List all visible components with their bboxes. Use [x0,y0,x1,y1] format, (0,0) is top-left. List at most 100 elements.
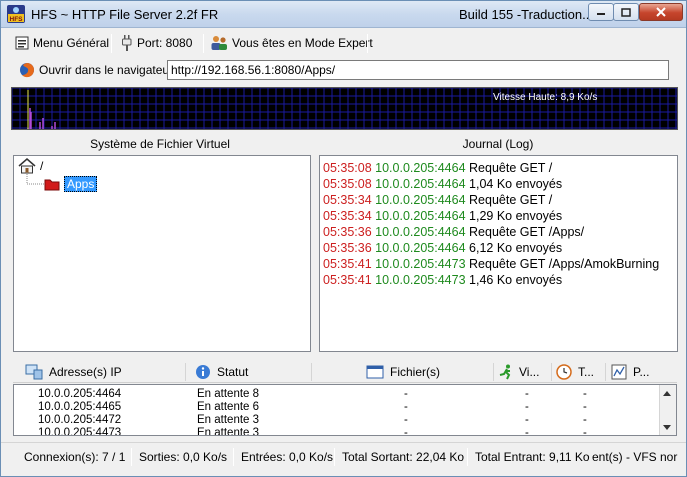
connection-time: - [583,414,587,426]
close-icon [656,7,666,17]
log-entry: 05:35:34 10.0.0.205:4464 Requête GET / [323,193,552,209]
scroll-up-icon[interactable] [663,391,671,396]
log-message: Requête GET /Apps/ [469,225,585,239]
maximize-icon [621,7,631,17]
status-separator [233,448,234,466]
log-time: 05:35:34 [323,193,372,207]
status-connections: Connexion(s): 7 / 1 [24,450,126,464]
connections-scrollbar[interactable] [659,385,676,435]
clock-icon [556,364,572,380]
address-row: Ouvrir dans le navigateur [19,60,671,80]
connection-file: - [404,427,408,436]
close-button[interactable] [639,3,683,21]
connection-status: En attente 8 [197,388,260,400]
connection-status: En attente 3 [197,414,260,426]
status-total-out: Total Sortant: 22,04 Ko [342,450,465,464]
connection-time: - [583,401,587,413]
column-file[interactable]: Fichier(s) [366,361,440,383]
connection-file: - [404,388,408,400]
connection-status: En attente 6 [197,401,260,413]
app-window: HFS HFS ~ HTTP File Server 2.2f FR Build… [0,0,687,477]
column-progress-label: P... [633,365,650,379]
connection-ip: 10.0.0.205:4473 [38,427,122,436]
column-ip-label: Adresse(s) IP [49,365,122,379]
log-entry: 05:35:41 10.0.0.205:4473 Requête GET /Ap… [323,257,659,273]
network-computer-icon [25,364,43,380]
log-message: Requête GET /Apps/AmokBurning [469,257,660,271]
log-ip: 10.0.0.205:4464 [375,161,466,175]
menu-icon [15,36,29,50]
log-ip: 10.0.0.205:4464 [375,177,466,191]
url-field[interactable] [167,60,669,80]
window-icon [366,365,384,379]
column-separator [493,363,494,381]
column-speed[interactable]: Vi... [499,361,539,383]
scroll-down-icon[interactable] [663,425,671,430]
column-time-label: T... [578,365,595,379]
connections-header: Adresse(s) IP Statut Fichier(s) Vi... T.… [13,361,677,383]
title-bar[interactable]: HFS HFS ~ HTTP File Server 2.2f FR Build… [1,1,686,28]
open-in-browser-label: Ouvrir dans le navigateur [39,63,174,77]
log-ip: 10.0.0.205:4473 [375,273,466,287]
log-message: 1,04 Ko envoyés [469,177,563,191]
column-progress[interactable]: P... [611,361,649,383]
vfs-tree[interactable]: / Apps [13,155,311,352]
log-panel[interactable]: 05:35:08 10.0.0.205:4464 Requête GET / 0… [319,155,678,352]
maximize-button[interactable] [613,3,639,21]
log-time: 05:35:36 [323,241,372,255]
log-message: 1,29 Ko envoyés [469,209,563,223]
column-time[interactable]: T... [556,361,594,383]
column-separator [605,363,606,381]
log-entry: 05:35:36 10.0.0.205:4464 6,12 Ko envoyés [323,241,562,257]
plug-icon [122,35,132,51]
connection-file: - [404,414,408,426]
port-button[interactable]: Port: 8080 [121,33,192,53]
expert-mode-button[interactable]: Vous êtes en Mode Expert [210,33,373,53]
column-speed-label: Vi... [519,365,540,379]
status-out-speed: Sorties: 0,0 Ko/s [139,450,228,464]
port-button-label: Port: 8080 [137,36,193,50]
menu-button-label: Menu Général [33,36,110,50]
column-status[interactable]: Statut [195,361,248,383]
connection-speed: - [525,427,529,436]
connection-row[interactable]: 10.0.0.205:4473 En attente 3 - - - [14,427,654,436]
log-ip: 10.0.0.205:4464 [375,209,466,223]
log-time: 05:35:41 [323,273,372,287]
log-entry: 05:35:41 10.0.0.205:4473 1,46 Ko envoyés [323,273,562,289]
log-ip: 10.0.0.205:4473 [375,257,466,271]
log-ip: 10.0.0.205:4464 [375,241,466,255]
tree-root-label: / [40,159,44,173]
vfs-caption: Système de Fichier Virtuel [90,137,230,151]
toolbar-separator [111,34,112,53]
info-icon [196,365,210,379]
minimize-icon [597,13,605,15]
minimize-button[interactable] [588,3,614,21]
running-man-icon [499,364,511,380]
connection-status: En attente 3 [197,427,260,436]
open-in-browser-button[interactable]: Ouvrir dans le navigateur [19,60,173,80]
column-ip[interactable]: Adresse(s) IP [25,361,122,383]
connection-ip: 10.0.0.205:4464 [38,388,122,400]
tree-item-apps[interactable]: Apps [44,176,98,192]
connection-row[interactable]: 10.0.0.205:4472 En attente 3 - - - [14,414,654,427]
status-total-in: Total Entrant: 9,11 Ko [475,450,590,464]
connection-row[interactable]: 10.0.0.205:4464 En attente 8 - - - [14,388,654,401]
connection-time: - [583,427,587,436]
chart-icon [611,364,627,380]
toolbar-separator [367,34,368,53]
log-entry: 05:35:08 10.0.0.205:4464 Requête GET / [323,161,552,177]
column-file-label: Fichier(s) [390,365,440,379]
column-separator [185,363,186,381]
menu-button[interactable]: Menu Général [15,33,109,53]
status-in-speed: Entrées: 0,0 Ko/s [241,450,334,464]
connections-list[interactable]: 10.0.0.205:4464 En attente 8 - - - 10.0.… [13,384,677,436]
log-ip: 10.0.0.205:4464 [375,225,466,239]
connection-ip: 10.0.0.205:4465 [38,401,122,413]
log-message: Requête GET / [469,161,553,175]
column-separator [551,363,552,381]
status-separator [467,448,468,466]
connection-speed: - [525,401,529,413]
hfs-logo-icon: HFS [7,5,25,23]
log-ip: 10.0.0.205:4464 [375,193,466,207]
connection-row[interactable]: 10.0.0.205:4465 En attente 6 - - - [14,401,654,414]
